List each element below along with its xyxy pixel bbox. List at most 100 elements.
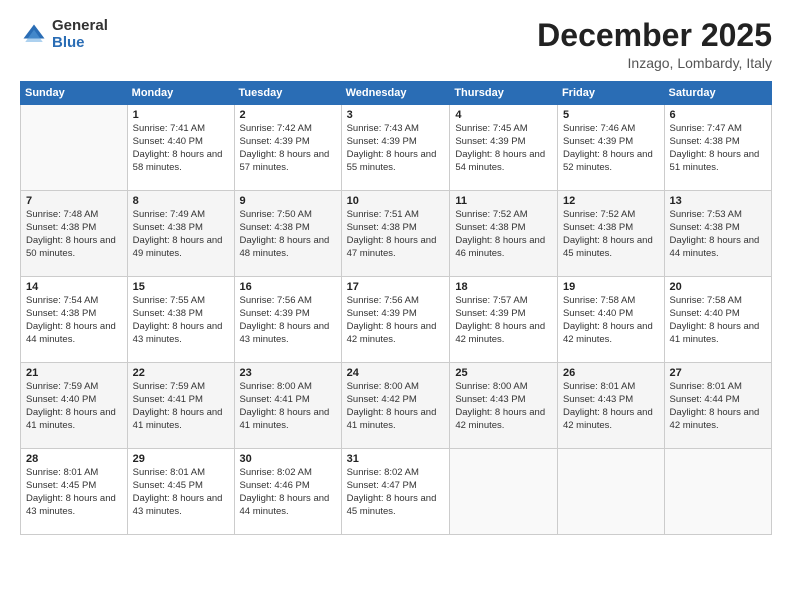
day-detail: Sunrise: 7:41 AMSunset: 4:40 PMDaylight:…: [133, 123, 223, 172]
col-friday: Friday: [557, 82, 664, 105]
day-number: 15: [133, 281, 229, 293]
day-number: 10: [347, 195, 445, 207]
day-detail: Sunrise: 7:59 AMSunset: 4:41 PMDaylight:…: [133, 381, 223, 430]
day-detail: Sunrise: 7:51 AMSunset: 4:38 PMDaylight:…: [347, 209, 437, 258]
table-row: 16 Sunrise: 7:56 AMSunset: 4:39 PMDaylig…: [234, 277, 341, 363]
page: General Blue December 2025 Inzago, Lomba…: [0, 0, 792, 612]
col-saturday: Saturday: [664, 82, 771, 105]
table-row: 18 Sunrise: 7:57 AMSunset: 4:39 PMDaylig…: [450, 277, 558, 363]
day-number: 18: [455, 281, 552, 293]
day-detail: Sunrise: 7:49 AMSunset: 4:38 PMDaylight:…: [133, 209, 223, 258]
day-number: 11: [455, 195, 552, 207]
day-detail: Sunrise: 8:02 AMSunset: 4:47 PMDaylight:…: [347, 467, 437, 516]
day-number: 29: [133, 453, 229, 465]
month-title: December 2025: [537, 18, 772, 53]
table-row: 13 Sunrise: 7:53 AMSunset: 4:38 PMDaylig…: [664, 191, 771, 277]
day-detail: Sunrise: 7:53 AMSunset: 4:38 PMDaylight:…: [670, 209, 760, 258]
day-number: 30: [240, 453, 336, 465]
logo-general-label: General: [52, 18, 108, 35]
col-wednesday: Wednesday: [341, 82, 450, 105]
day-number: 12: [563, 195, 659, 207]
table-row: 7 Sunrise: 7:48 AMSunset: 4:38 PMDayligh…: [21, 191, 128, 277]
day-detail: Sunrise: 7:54 AMSunset: 4:38 PMDaylight:…: [26, 295, 116, 344]
logo: General Blue: [20, 18, 108, 51]
table-row: 14 Sunrise: 7:54 AMSunset: 4:38 PMDaylig…: [21, 277, 128, 363]
table-row: 5 Sunrise: 7:46 AMSunset: 4:39 PMDayligh…: [557, 105, 664, 191]
table-row: 28 Sunrise: 8:01 AMSunset: 4:45 PMDaylig…: [21, 449, 128, 535]
logo-text: General Blue: [52, 18, 108, 51]
day-number: 20: [670, 281, 766, 293]
table-row: [450, 449, 558, 535]
table-row: 15 Sunrise: 7:55 AMSunset: 4:38 PMDaylig…: [127, 277, 234, 363]
day-number: 8: [133, 195, 229, 207]
day-number: 5: [563, 109, 659, 121]
day-number: 6: [670, 109, 766, 121]
calendar-week-row: 1 Sunrise: 7:41 AMSunset: 4:40 PMDayligh…: [21, 105, 772, 191]
day-number: 26: [563, 367, 659, 379]
day-number: 24: [347, 367, 445, 379]
day-detail: Sunrise: 7:59 AMSunset: 4:40 PMDaylight:…: [26, 381, 116, 430]
day-number: 19: [563, 281, 659, 293]
table-row: 30 Sunrise: 8:02 AMSunset: 4:46 PMDaylig…: [234, 449, 341, 535]
table-row: 9 Sunrise: 7:50 AMSunset: 4:38 PMDayligh…: [234, 191, 341, 277]
header: General Blue December 2025 Inzago, Lomba…: [20, 18, 772, 71]
day-number: 16: [240, 281, 336, 293]
table-row: 31 Sunrise: 8:02 AMSunset: 4:47 PMDaylig…: [341, 449, 450, 535]
day-number: 13: [670, 195, 766, 207]
day-detail: Sunrise: 7:46 AMSunset: 4:39 PMDaylight:…: [563, 123, 653, 172]
day-detail: Sunrise: 8:01 AMSunset: 4:43 PMDaylight:…: [563, 381, 653, 430]
day-detail: Sunrise: 7:57 AMSunset: 4:39 PMDaylight:…: [455, 295, 545, 344]
calendar-table: Sunday Monday Tuesday Wednesday Thursday…: [20, 81, 772, 535]
day-number: 2: [240, 109, 336, 121]
title-block: December 2025 Inzago, Lombardy, Italy: [537, 18, 772, 71]
day-number: 31: [347, 453, 445, 465]
calendar-week-row: 28 Sunrise: 8:01 AMSunset: 4:45 PMDaylig…: [21, 449, 772, 535]
day-detail: Sunrise: 7:55 AMSunset: 4:38 PMDaylight:…: [133, 295, 223, 344]
table-row: [557, 449, 664, 535]
table-row: 11 Sunrise: 7:52 AMSunset: 4:38 PMDaylig…: [450, 191, 558, 277]
table-row: 8 Sunrise: 7:49 AMSunset: 4:38 PMDayligh…: [127, 191, 234, 277]
table-row: 3 Sunrise: 7:43 AMSunset: 4:39 PMDayligh…: [341, 105, 450, 191]
table-row: 19 Sunrise: 7:58 AMSunset: 4:40 PMDaylig…: [557, 277, 664, 363]
day-number: 17: [347, 281, 445, 293]
table-row: 17 Sunrise: 7:56 AMSunset: 4:39 PMDaylig…: [341, 277, 450, 363]
table-row: [21, 105, 128, 191]
table-row: 2 Sunrise: 7:42 AMSunset: 4:39 PMDayligh…: [234, 105, 341, 191]
table-row: 25 Sunrise: 8:00 AMSunset: 4:43 PMDaylig…: [450, 363, 558, 449]
col-sunday: Sunday: [21, 82, 128, 105]
day-number: 23: [240, 367, 336, 379]
location: Inzago, Lombardy, Italy: [537, 55, 772, 71]
day-number: 9: [240, 195, 336, 207]
col-monday: Monday: [127, 82, 234, 105]
table-row: 20 Sunrise: 7:58 AMSunset: 4:40 PMDaylig…: [664, 277, 771, 363]
day-detail: Sunrise: 7:45 AMSunset: 4:39 PMDaylight:…: [455, 123, 545, 172]
day-number: 22: [133, 367, 229, 379]
table-row: 4 Sunrise: 7:45 AMSunset: 4:39 PMDayligh…: [450, 105, 558, 191]
table-row: 22 Sunrise: 7:59 AMSunset: 4:41 PMDaylig…: [127, 363, 234, 449]
day-detail: Sunrise: 8:01 AMSunset: 4:45 PMDaylight:…: [26, 467, 116, 516]
day-number: 4: [455, 109, 552, 121]
calendar-week-row: 21 Sunrise: 7:59 AMSunset: 4:40 PMDaylig…: [21, 363, 772, 449]
table-row: 24 Sunrise: 8:00 AMSunset: 4:42 PMDaylig…: [341, 363, 450, 449]
day-number: 14: [26, 281, 122, 293]
table-row: 29 Sunrise: 8:01 AMSunset: 4:45 PMDaylig…: [127, 449, 234, 535]
day-number: 7: [26, 195, 122, 207]
day-number: 1: [133, 109, 229, 121]
col-thursday: Thursday: [450, 82, 558, 105]
day-detail: Sunrise: 7:52 AMSunset: 4:38 PMDaylight:…: [563, 209, 653, 258]
table-row: 27 Sunrise: 8:01 AMSunset: 4:44 PMDaylig…: [664, 363, 771, 449]
day-detail: Sunrise: 7:42 AMSunset: 4:39 PMDaylight:…: [240, 123, 330, 172]
table-row: 12 Sunrise: 7:52 AMSunset: 4:38 PMDaylig…: [557, 191, 664, 277]
day-detail: Sunrise: 8:01 AMSunset: 4:45 PMDaylight:…: [133, 467, 223, 516]
day-detail: Sunrise: 7:58 AMSunset: 4:40 PMDaylight:…: [670, 295, 760, 344]
table-row: 21 Sunrise: 7:59 AMSunset: 4:40 PMDaylig…: [21, 363, 128, 449]
logo-blue-label: Blue: [52, 35, 108, 52]
day-detail: Sunrise: 7:56 AMSunset: 4:39 PMDaylight:…: [240, 295, 330, 344]
day-detail: Sunrise: 8:00 AMSunset: 4:43 PMDaylight:…: [455, 381, 545, 430]
calendar-header-row: Sunday Monday Tuesday Wednesday Thursday…: [21, 82, 772, 105]
day-detail: Sunrise: 7:47 AMSunset: 4:38 PMDaylight:…: [670, 123, 760, 172]
day-detail: Sunrise: 8:02 AMSunset: 4:46 PMDaylight:…: [240, 467, 330, 516]
calendar-week-row: 14 Sunrise: 7:54 AMSunset: 4:38 PMDaylig…: [21, 277, 772, 363]
table-row: 26 Sunrise: 8:01 AMSunset: 4:43 PMDaylig…: [557, 363, 664, 449]
day-detail: Sunrise: 7:58 AMSunset: 4:40 PMDaylight:…: [563, 295, 653, 344]
